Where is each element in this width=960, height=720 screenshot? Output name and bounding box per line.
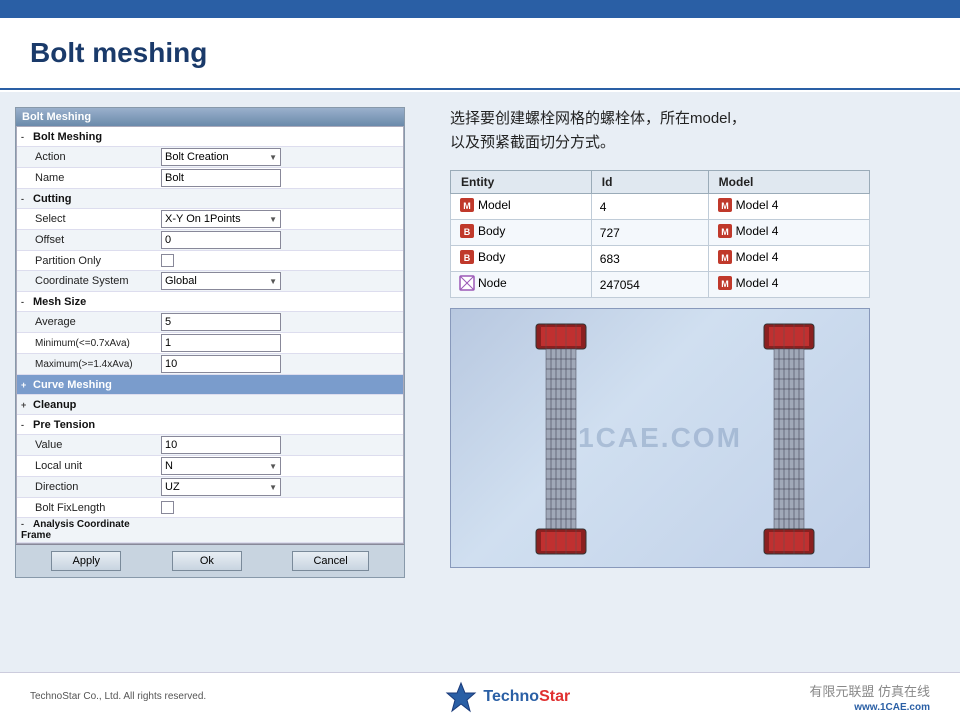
row-value: Value xyxy=(17,435,403,456)
row-partition-only: Partition Only xyxy=(17,251,403,271)
footer: TechnoStar Co., Ltd. All rights reserved… xyxy=(0,672,960,720)
row-average: Average xyxy=(17,312,403,333)
dialog-buttons: Apply Ok Cancel xyxy=(16,544,404,577)
bolt-meshing-dialog: Bolt Meshing -Bolt Meshing Action Bolt C… xyxy=(15,107,405,578)
row-coordinate-system: Coordinate System Global ▼ xyxy=(17,271,403,292)
col-model: Model xyxy=(708,171,869,194)
action-dropdown[interactable]: Bolt Creation ▼ xyxy=(161,148,281,166)
node-icon xyxy=(459,275,475,291)
bolt-fixlength-checkbox[interactable] xyxy=(161,501,174,514)
row-direction: Direction UZ ▼ xyxy=(17,477,403,498)
dialog-titlebar: Bolt Meshing xyxy=(16,108,404,126)
direction-dropdown[interactable]: UZ ▼ xyxy=(161,478,281,496)
svg-text:M: M xyxy=(721,253,729,263)
col-entity: Entity xyxy=(451,171,592,194)
row-select: Select X-Y On 1Points ▼ xyxy=(17,209,403,230)
body-icon: B xyxy=(459,223,475,239)
model-icon-small: M xyxy=(717,197,733,213)
ok-button[interactable]: Ok xyxy=(172,551,242,571)
section-cutting: -Cutting xyxy=(17,189,403,209)
section-pre-tension: -Pre Tension xyxy=(17,415,403,435)
body-icon2: B xyxy=(459,249,475,265)
footer-right: 有限元联盟 仿真在线 www.1CAE.com xyxy=(809,681,930,713)
dialog-title: Bolt Meshing xyxy=(22,111,91,123)
row-local-unit: Local unit N ▼ xyxy=(17,456,403,477)
maximum-input[interactable] xyxy=(161,355,281,373)
svg-text:M: M xyxy=(721,227,729,237)
section-bolt-meshing: -Bolt Meshing xyxy=(17,127,403,147)
row-curve-meshing[interactable]: +Curve Meshing xyxy=(17,375,403,395)
technostar-name: TechnoStar xyxy=(483,688,570,706)
local-unit-dropdown[interactable]: N ▼ xyxy=(161,457,281,475)
bolt-left xyxy=(511,319,611,559)
average-input[interactable] xyxy=(161,313,281,331)
left-panel: Bolt Meshing -Bolt Meshing Action Bolt C… xyxy=(0,92,430,672)
coord-system-dropdown[interactable]: Global ▼ xyxy=(161,272,281,290)
section-cleanup: +Cleanup xyxy=(17,395,403,415)
partition-only-checkbox[interactable] xyxy=(161,254,174,267)
dialog-body: -Bolt Meshing Action Bolt Creation ▼ Nam… xyxy=(16,126,404,544)
row-maximum: Maximum(>=1.4xAva) xyxy=(17,354,403,375)
select-dropdown[interactable]: X-Y On 1Points ▼ xyxy=(161,210,281,228)
row-offset: Offset xyxy=(17,230,403,251)
visualization-area: 1CAE.COM xyxy=(450,308,870,568)
row-bolt-fixlength: Bolt FixLength xyxy=(17,498,403,518)
row-minimum: Minimum(<=0.7xAva) xyxy=(17,333,403,354)
svg-text:B: B xyxy=(464,227,471,237)
model-icon-small3: M xyxy=(717,249,733,265)
table-row: B Body 683 M Model 4 xyxy=(451,246,870,272)
col-id: Id xyxy=(591,171,708,194)
section-mesh-size: -Mesh Size xyxy=(17,292,403,312)
model-icon: M xyxy=(459,197,475,213)
right-panel: 选择要创建螺栓网格的螺栓体，所在model， 以及预紧截面切分方式。 Entit… xyxy=(430,92,960,672)
svg-text:B: B xyxy=(464,253,471,263)
footer-url: www.1CAE.com xyxy=(854,702,930,713)
table-row: B Body 727 M Model 4 xyxy=(451,220,870,246)
copyright: TechnoStar Co., Ltd. All rights reserved… xyxy=(30,691,206,702)
minimum-input[interactable] xyxy=(161,334,281,352)
description-line2: 以及预紧截面切分方式。 xyxy=(450,131,940,155)
offset-input[interactable] xyxy=(161,231,281,249)
svg-text:M: M xyxy=(721,201,729,211)
table-row: Node 247054 M Model 4 xyxy=(451,272,870,298)
model-icon-small2: M xyxy=(717,223,733,239)
title-area: Bolt meshing xyxy=(0,18,960,90)
main-content: Bolt Meshing -Bolt Meshing Action Bolt C… xyxy=(0,92,960,672)
description-line1: 选择要创建螺栓网格的螺栓体，所在model， xyxy=(450,107,940,131)
description: 选择要创建螺栓网格的螺栓体，所在model， 以及预紧截面切分方式。 xyxy=(450,107,940,155)
logo-area: TechnoStar xyxy=(445,681,570,713)
page-title: Bolt meshing xyxy=(30,37,207,69)
row-name: Name xyxy=(17,168,403,189)
entity-table: Entity Id Model M Model 4 xyxy=(450,170,870,298)
bolt-right xyxy=(739,319,839,559)
section-analysis-coord: -Analysis Coordinate Frame xyxy=(17,518,403,543)
value-input[interactable] xyxy=(161,436,281,454)
svg-text:M: M xyxy=(463,201,471,211)
name-input[interactable] xyxy=(161,169,281,187)
footer-watermark1: 有限元联盟 仿真在线 xyxy=(809,681,930,700)
top-bar xyxy=(0,0,960,18)
svg-text:M: M xyxy=(721,279,729,289)
apply-button[interactable]: Apply xyxy=(51,551,121,571)
row-action: Action Bolt Creation ▼ xyxy=(17,147,403,168)
model-icon-small4: M xyxy=(717,275,733,291)
technostar-logo-icon xyxy=(445,681,477,713)
table-row: M Model 4 M Model 4 xyxy=(451,194,870,220)
cancel-button[interactable]: Cancel xyxy=(292,551,368,571)
